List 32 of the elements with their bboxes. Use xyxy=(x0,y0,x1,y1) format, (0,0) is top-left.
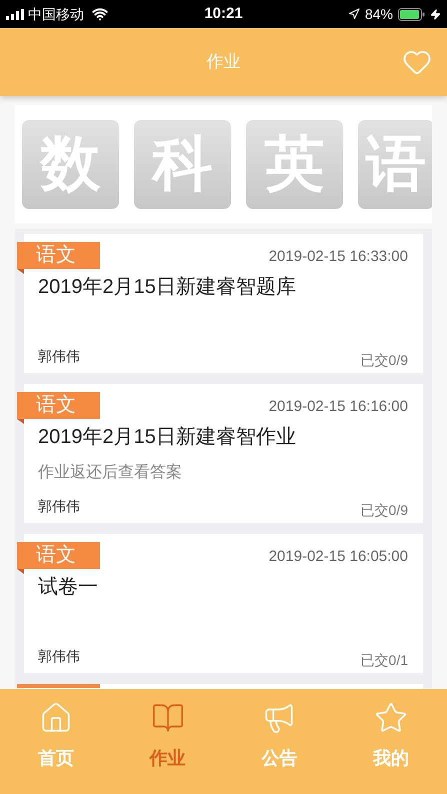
author-name: 郭伟伟 xyxy=(38,647,80,666)
charging-icon xyxy=(430,8,441,20)
wifi-icon xyxy=(92,6,108,22)
carrier-name: 中国移动 xyxy=(28,4,84,24)
author-name: 郭伟伟 xyxy=(38,497,80,516)
location-icon xyxy=(348,8,360,20)
submitted-count: 已交0/9 xyxy=(360,351,408,370)
assignment-title: 试卷一 xyxy=(37,575,99,600)
date-time: 2019-02-15 16:05:00 xyxy=(268,547,408,567)
battery-percent: 84% xyxy=(364,4,393,24)
subject-tag: 语文 xyxy=(17,242,100,269)
tab-item[interactable]: 公告 xyxy=(224,701,336,794)
date-time: 2019-02-15 16:33:00 xyxy=(268,247,408,267)
subject-tag: 语文 xyxy=(17,542,100,569)
assignment-note: 作业返还后查看答案 xyxy=(37,462,183,483)
ribbon-fold-icon xyxy=(17,269,24,274)
ribbon-fold-icon xyxy=(17,419,24,424)
clock-time: 10:21 xyxy=(204,4,243,24)
battery-icon xyxy=(398,8,425,20)
signal-icon xyxy=(6,8,24,20)
assignment-title: 2019年2月15日新建睿智作业 xyxy=(37,425,297,450)
tab-item[interactable]: 我的 xyxy=(335,701,447,794)
author-name: 郭伟伟 xyxy=(38,347,80,366)
subject-tag: 语文 xyxy=(17,392,100,419)
ribbon-fold-icon xyxy=(17,569,24,574)
tab-item[interactable]: 首页 xyxy=(0,701,112,794)
submitted-count: 已交0/1 xyxy=(360,651,408,670)
date-time: 2019-02-15 16:16:00 xyxy=(268,397,408,417)
submitted-count: 已交0/9 xyxy=(360,501,408,520)
page-title: 作业 xyxy=(206,51,240,74)
tab-item[interactable]: 作业 xyxy=(112,701,224,794)
assignment-title: 2019年2月15日新建睿智题库 xyxy=(37,275,297,300)
